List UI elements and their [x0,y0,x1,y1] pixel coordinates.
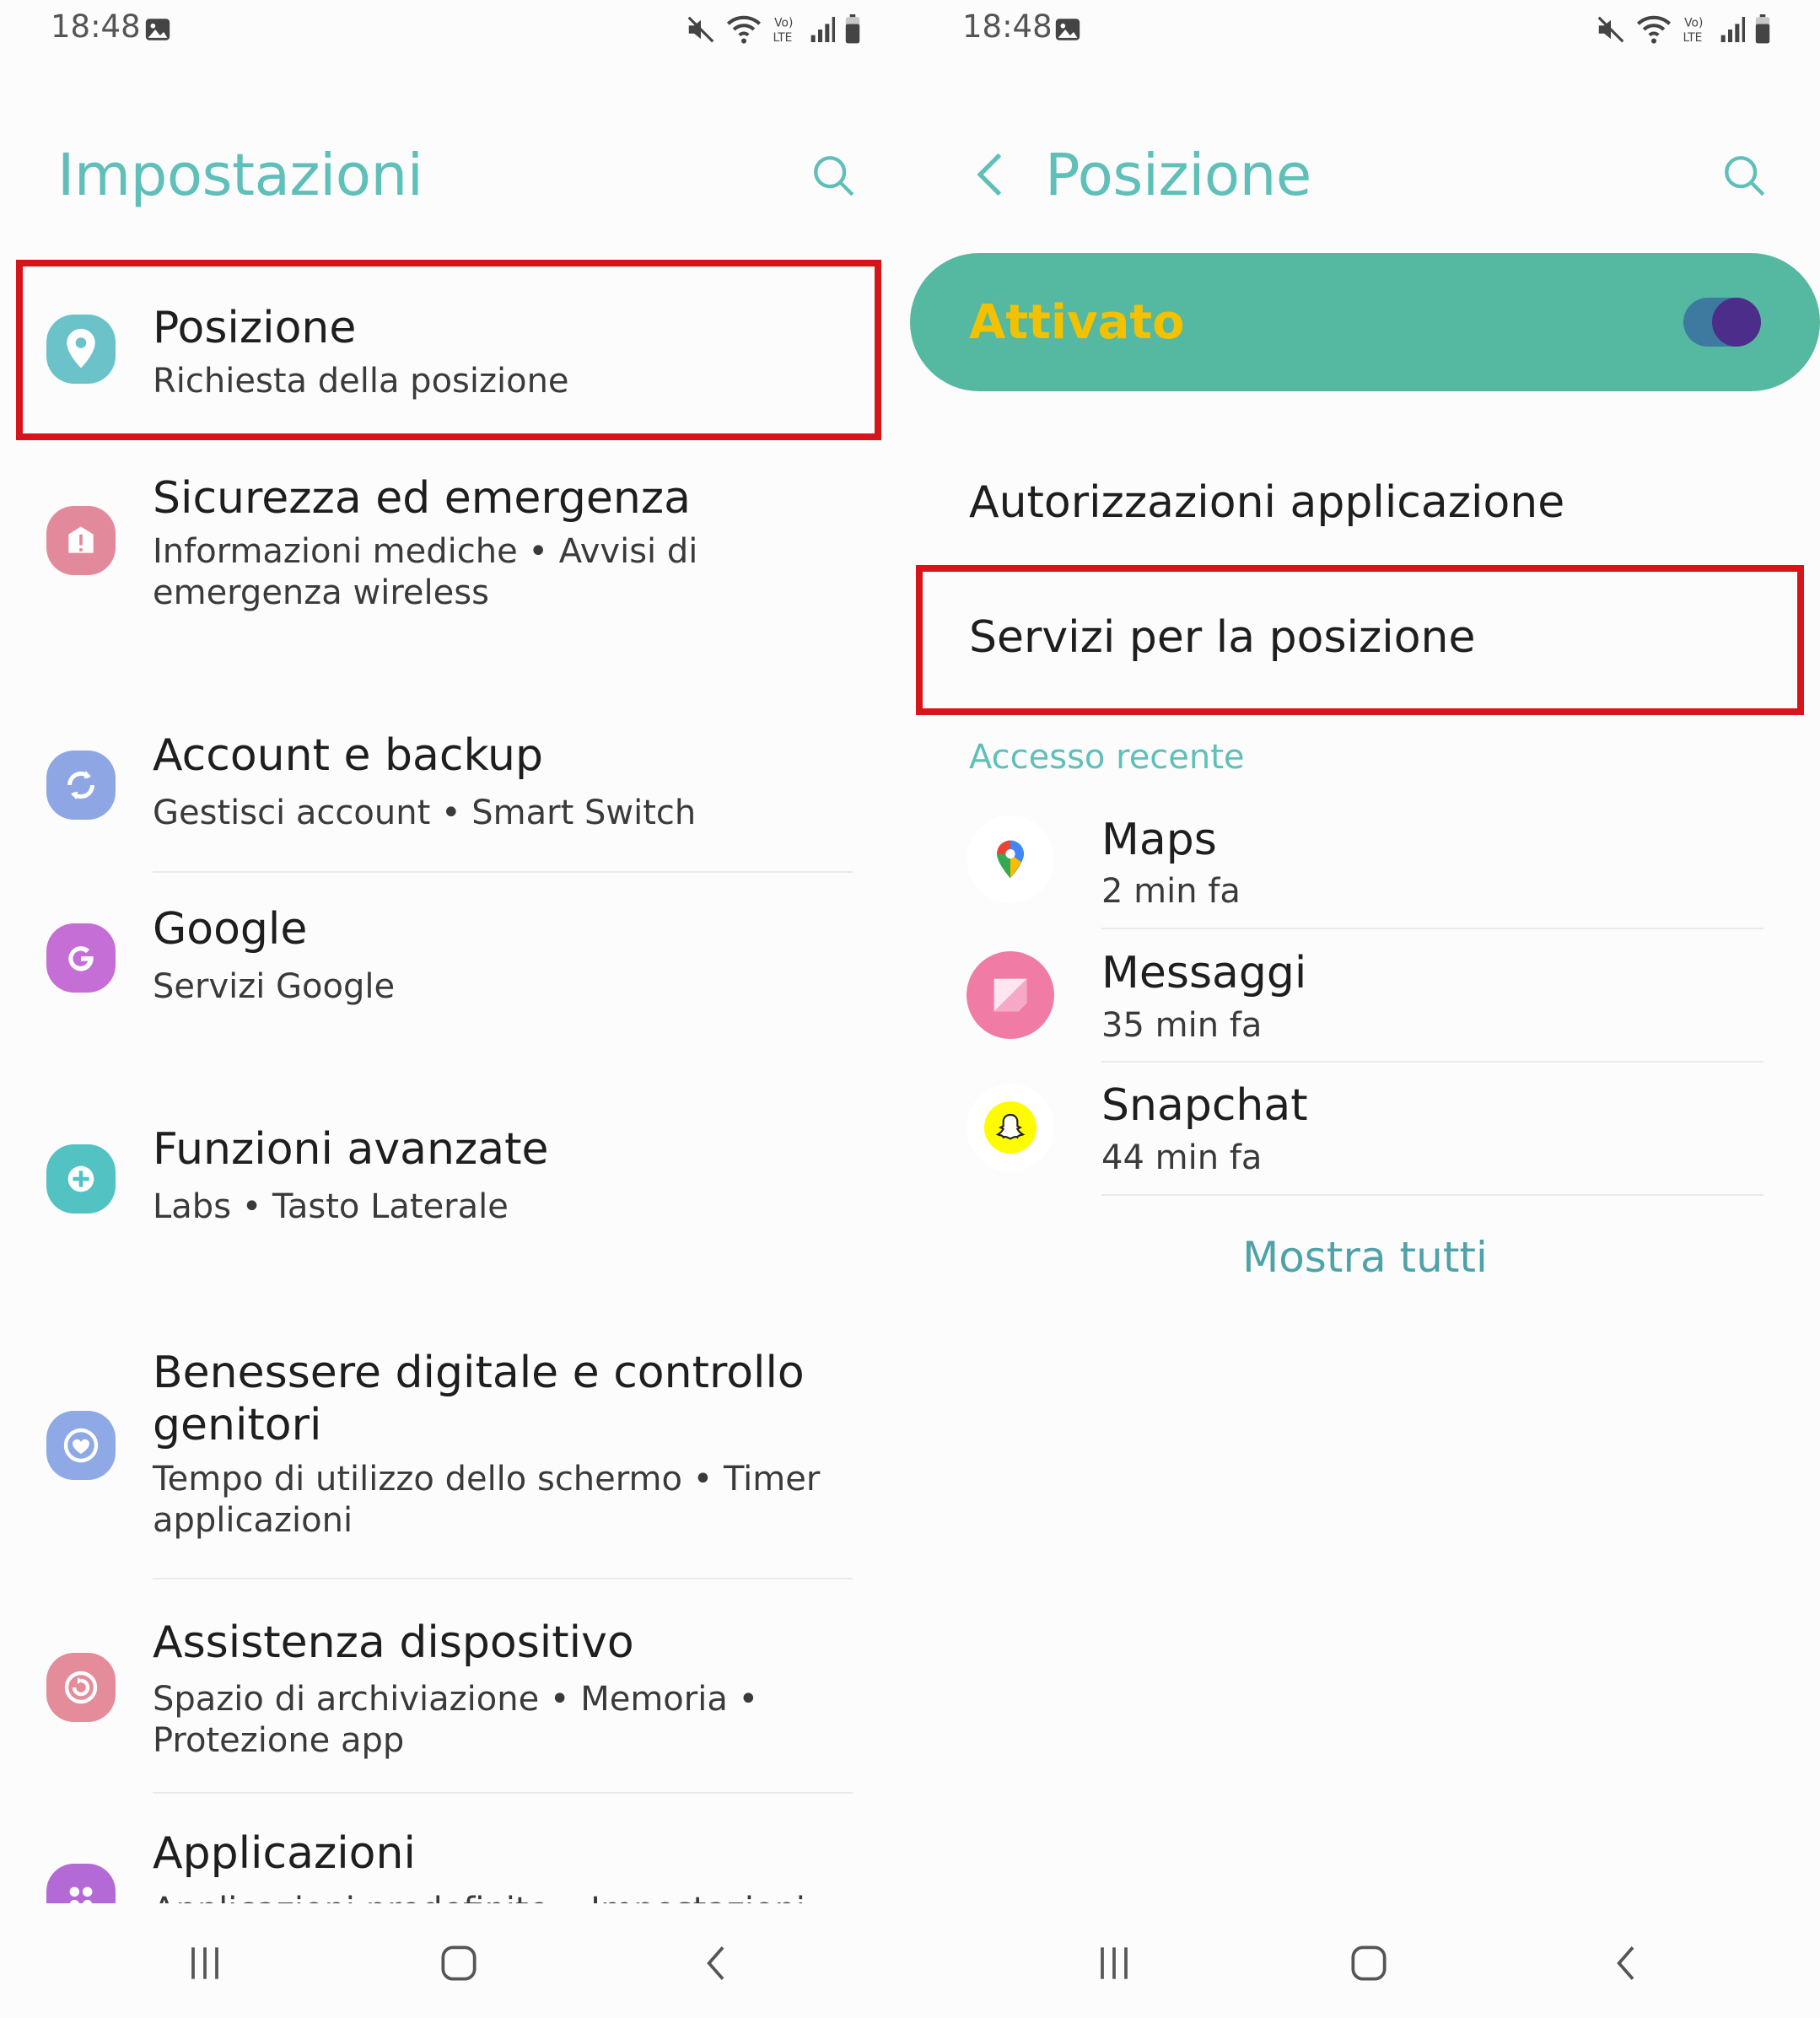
divider [153,1792,853,1794]
maps-icon [967,815,1054,903]
volte-icon: Vo)LTE [773,17,793,45]
item-title: Google [153,904,308,955]
item-title: Benessere digitale e controllo genitori [153,1348,805,1451]
item-subtitle: Labs • Tasto Laterale [153,1187,509,1226]
settings-item-google[interactable]: Google Servizi Google [0,902,910,1046]
status-icons: Vo) LTE [1595,13,1772,46]
signal-icon [1720,17,1745,42]
battery-icon [845,14,860,44]
heart-icon [46,1411,116,1480]
settings-item-benessere[interactable]: Benessere digitale e controllo genitori … [0,1345,910,1581]
wifi-icon [726,15,762,44]
search-icon[interactable] [1720,152,1769,204]
gallery-icon [143,15,172,47]
google-icon [46,923,116,993]
mute-icon [1597,16,1624,43]
back-nav-icon[interactable] [1603,1940,1650,1990]
back-icon[interactable] [969,148,1013,204]
volte-icon: Vo)LTE [1683,17,1703,45]
app-name: Maps [1101,815,1217,865]
app-name: Snapchat [1101,1080,1308,1131]
svg-text:LTE: LTE [773,31,792,45]
sync-icon [46,751,116,820]
status-time: 18:48 [51,8,141,45]
recent-item-maps[interactable]: Maps 2 min fa [910,793,1820,926]
item-title: Account e backup [153,730,543,781]
divider [153,1578,853,1579]
highlight-box [916,565,1804,715]
settings-item-account[interactable]: Account e backup Gestisci account • Smar… [0,729,910,873]
messages-icon [967,951,1054,1039]
app-time: 35 min fa [1101,1006,1263,1045]
search-icon[interactable] [810,152,859,204]
home-nav-icon[interactable] [1345,1940,1392,1990]
status-time: 18:48 [962,8,1053,45]
highlight-box [16,260,881,440]
item-subtitle: Informazioni mediche • Avvisi di emergen… [153,532,698,612]
item-title: Assistenza dispositivo [153,1617,634,1668]
recents-nav-icon[interactable] [181,1940,229,1990]
settings-item-sicurezza[interactable]: Sicurezza ed emergenza Informazioni medi… [0,464,910,641]
plus-icon [46,1144,116,1213]
back-nav-icon[interactable] [693,1940,740,1990]
item-subtitle: Tempo di utilizzo dello schermo • Timer … [153,1460,821,1540]
divider [1101,1194,1763,1196]
item-title: Funzioni avanzate [153,1124,549,1175]
app-time: 44 min fa [1101,1138,1263,1177]
settings-item-funzioni[interactable]: Funzioni avanzate Labs • Tasto Laterale [0,1122,910,1265]
location-toggle-bar[interactable]: Attivato [910,253,1820,391]
app-name: Messaggi [1101,948,1307,998]
recents-nav-icon[interactable] [1090,1940,1138,1990]
settings-item-applicazioni[interactable]: Applicazioni Applicazioni predefinite • … [0,1826,910,1903]
svg-text:LTE: LTE [1683,31,1702,45]
toggle-knob [1712,298,1761,347]
toggle-switch[interactable] [1683,298,1761,347]
svg-text:Vo): Vo) [774,17,793,30]
page-title: Impostazioni [57,142,423,209]
mute-icon [687,16,714,43]
toggle-label: Attivato [969,295,1185,350]
item-subtitle: Spazio di archiviazione • Memoria • Prot… [153,1680,759,1760]
gallery-icon [1053,15,1082,47]
settings-item-assistenza[interactable]: Assistenza dispositivo Spazio di archivi… [0,1615,910,1792]
svg-text:Vo): Vo) [1684,17,1703,30]
wifi-icon [1636,15,1672,44]
menu-autorizzazioni[interactable]: Autorizzazioni applicazione [969,476,1564,529]
home-nav-icon[interactable] [435,1940,482,1990]
snapchat-icon [967,1084,1054,1171]
status-icons: Vo) LTE [685,13,862,46]
battery-icon [1755,14,1770,44]
item-subtitle: Gestisci account • Smart Switch [153,794,697,832]
item-subtitle: Applicazioni predefinite • Impostazioni [153,1890,805,1903]
show-all-button[interactable]: Mostra tutti [910,1233,1820,1282]
item-subtitle: Servizi Google [153,967,396,1006]
section-label: Accesso recente [969,738,1245,777]
app-time: 2 min fa [1101,872,1241,911]
left-pane: 18:48 Vo) LTE Impostazioni Posizione Rich… [0,0,910,2018]
item-title: Applicazioni [153,1828,416,1879]
alert-icon [46,506,116,575]
apps-icon [46,1864,116,1903]
refresh-icon [46,1653,116,1722]
recent-item-snapchat[interactable]: Snapchat 44 min fa [910,1061,1820,1194]
divider [153,871,853,873]
right-pane: 18:48 Vo) LTE Posizione Attivato Autorizz… [910,0,1820,2018]
recent-item-messaggi[interactable]: Messaggi 35 min fa [910,928,1820,1061]
page-title: Posizione [1045,142,1311,209]
item-title: Sicurezza ed emergenza [153,473,691,524]
signal-icon [810,17,835,42]
